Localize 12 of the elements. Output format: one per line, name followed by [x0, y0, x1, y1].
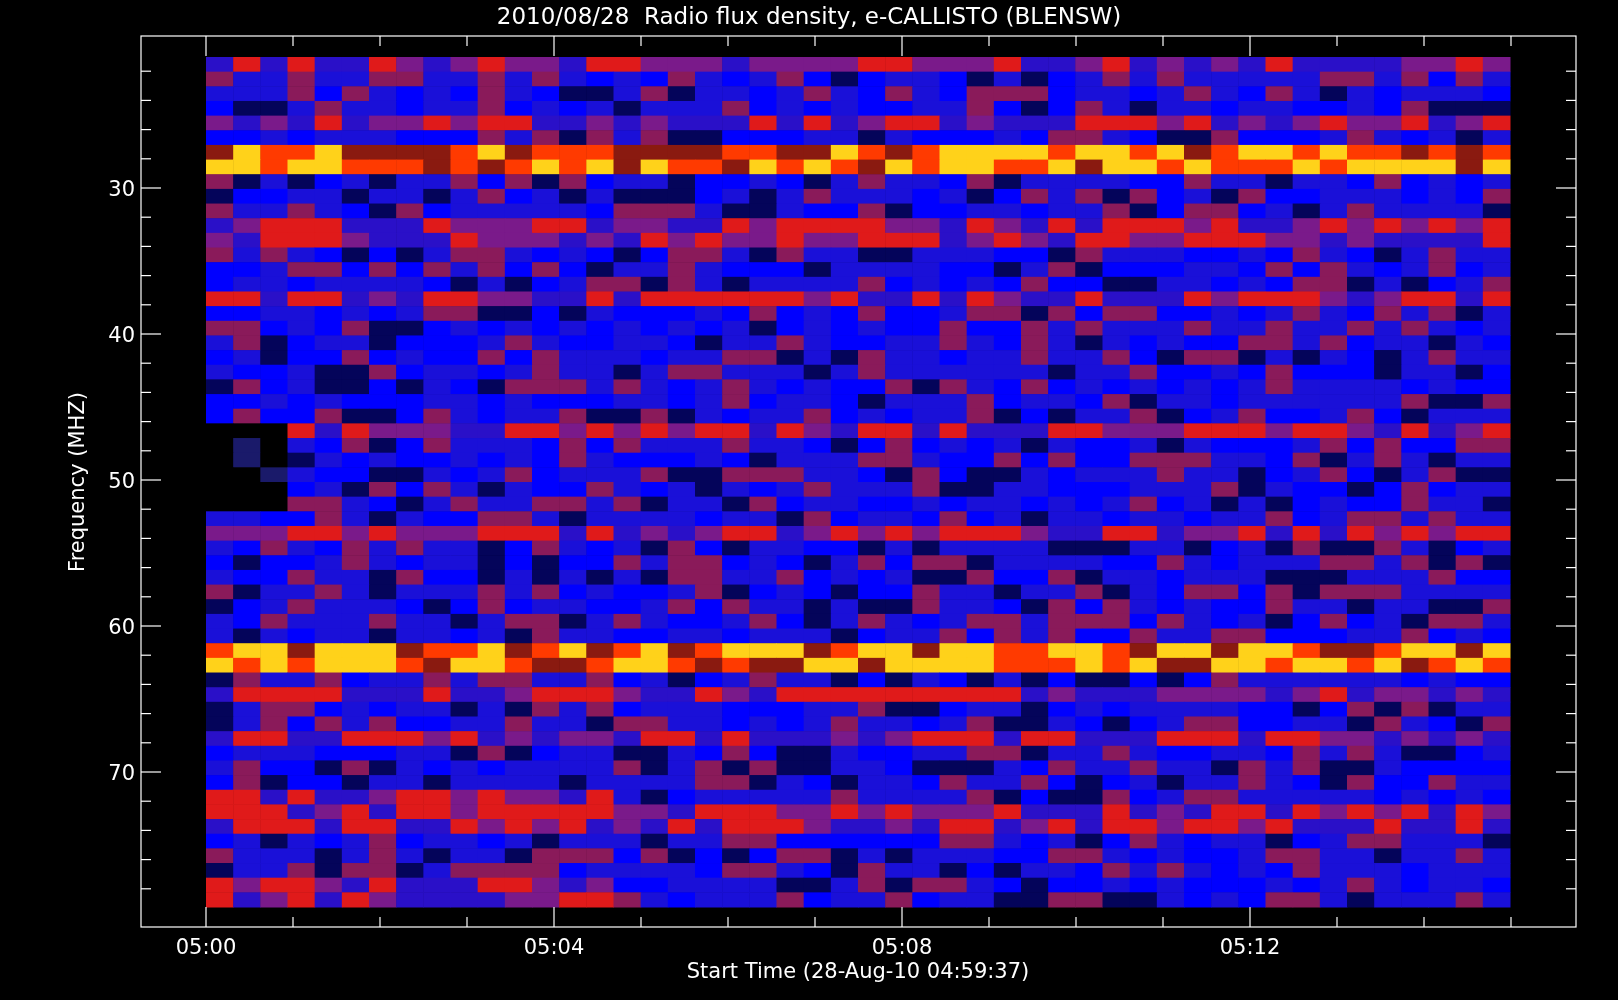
y-tick-label: 70: [108, 761, 135, 785]
chart-title: 2010/08/28 Radio flux density, e-CALLISTO (BLENSW): [496, 3, 1122, 29]
y-tick-label: 50: [108, 469, 135, 493]
y-tick-label: 60: [108, 615, 135, 639]
x-tick-label: 05:00: [175, 935, 237, 959]
y-axis-label: Frequency (MHZ): [65, 392, 89, 572]
x-axis-label: Start Time (28-Aug-10 04:59:37): [686, 959, 1030, 983]
x-tick-label: 05:04: [523, 935, 585, 959]
x-tick-label: 05:08: [871, 935, 933, 959]
x-tick-label: 05:12: [1219, 935, 1281, 959]
y-tick-label: 30: [108, 177, 135, 201]
y-tick-label: 40: [108, 323, 135, 347]
